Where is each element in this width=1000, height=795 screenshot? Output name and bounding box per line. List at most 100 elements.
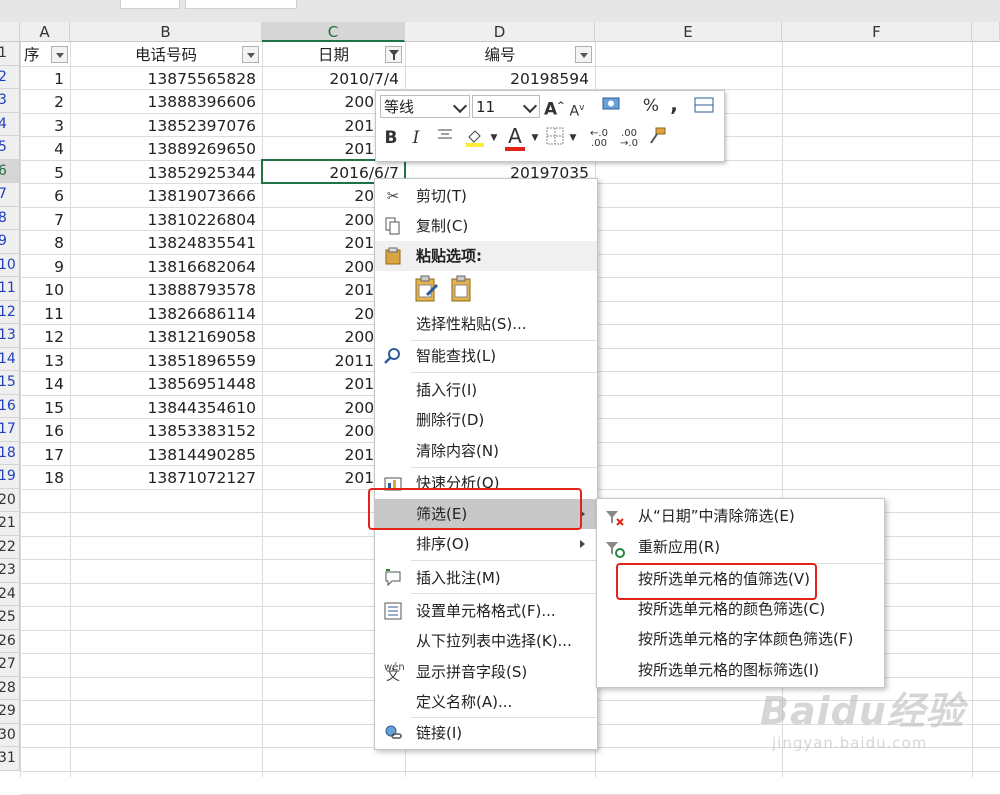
- row-header[interactable]: 2: [0, 65, 20, 89]
- row-header[interactable]: 12: [0, 300, 20, 324]
- cell-phone[interactable]: 13888396606: [70, 90, 262, 114]
- col-header-c[interactable]: C: [262, 22, 405, 42]
- cell-phone[interactable]: 13851896559: [70, 349, 262, 373]
- cell-phone[interactable]: 13871072127: [70, 466, 262, 490]
- sheet-tab-left[interactable]: [120, 0, 180, 9]
- row-header[interactable]: 14: [0, 347, 20, 371]
- menu-smart-lookup[interactable]: 智能查找(L): [375, 341, 597, 371]
- filter-dropdown-a[interactable]: [51, 46, 68, 63]
- row-header[interactable]: 10: [0, 253, 20, 277]
- cell-phone[interactable]: 13856951448: [70, 372, 262, 396]
- row-header[interactable]: 4: [0, 112, 20, 136]
- menu-copy[interactable]: 复制(C): [375, 211, 597, 241]
- cell-seq[interactable]: 6: [20, 184, 70, 208]
- cell-seq[interactable]: 7: [20, 208, 70, 232]
- submenu-reapply[interactable]: 重新应用(R): [597, 532, 884, 562]
- submenu-clear-filter[interactable]: 从“日期”中清除筛选(E): [597, 501, 884, 531]
- format-painter-icon[interactable]: [646, 127, 668, 151]
- menu-clear-contents[interactable]: 清除内容(N): [375, 436, 597, 466]
- decrease-decimal-icon[interactable]: .00 →.0: [616, 129, 642, 149]
- comma-style-icon[interactable]: ,: [666, 93, 682, 115]
- menu-link[interactable]: 链接(I): [375, 718, 597, 748]
- row-header[interactable]: 7: [0, 183, 20, 207]
- cell-seq[interactable]: 3: [20, 114, 70, 138]
- borders-icon[interactable]: [544, 127, 566, 151]
- cell-seq[interactable]: 12: [20, 325, 70, 349]
- cell-number[interactable]: 20198594: [405, 67, 595, 91]
- menu-cut[interactable]: ✂ 剪切(T): [375, 181, 597, 211]
- menu-pick-from-list[interactable]: 从下拉列表中选择(K)...: [375, 626, 597, 656]
- row-header[interactable]: 27: [0, 653, 20, 677]
- select-all-corner[interactable]: [0, 22, 20, 42]
- menu-insert-row[interactable]: 插入行(I): [375, 375, 597, 405]
- row-header[interactable]: 16: [0, 394, 20, 418]
- row-header[interactable]: 23: [0, 559, 20, 583]
- cell-seq[interactable]: 18: [20, 466, 70, 490]
- row-header[interactable]: 5: [0, 136, 20, 160]
- cell-phone[interactable]: 13810226804: [70, 208, 262, 232]
- row-header[interactable]: 20: [0, 488, 20, 512]
- cell-phone[interactable]: 13819073666: [70, 184, 262, 208]
- cell-phone[interactable]: 13816682064: [70, 255, 262, 279]
- decrease-font-icon[interactable]: Av: [568, 97, 586, 123]
- font-color-icon[interactable]: A: [503, 125, 527, 151]
- increase-font-icon[interactable]: A^: [544, 95, 565, 121]
- sheet-tab-mid[interactable]: [185, 0, 297, 9]
- row-header[interactable]: 13: [0, 324, 20, 348]
- col-header-f[interactable]: F: [782, 22, 972, 42]
- header-phone[interactable]: 电话号码: [70, 43, 262, 67]
- paste-formatting-icon[interactable]: [413, 275, 441, 307]
- cell-seq[interactable]: 10: [20, 278, 70, 302]
- chevron-down-icon[interactable]: ▼: [568, 127, 578, 149]
- filter-dropdown-b[interactable]: [242, 46, 259, 63]
- cell-seq[interactable]: 16: [20, 419, 70, 443]
- cell-phone[interactable]: 13853383152: [70, 419, 262, 443]
- cell-seq[interactable]: 8: [20, 231, 70, 255]
- row-header[interactable]: 11: [0, 277, 20, 301]
- col-header-e[interactable]: E: [595, 22, 782, 42]
- row-header[interactable]: 6: [0, 159, 20, 183]
- align-center-icon[interactable]: [434, 127, 456, 149]
- cell-date[interactable]: 2010/7/4: [262, 67, 405, 91]
- col-header-a[interactable]: A: [20, 22, 70, 42]
- percent-icon[interactable]: %: [640, 95, 662, 117]
- cell-phone[interactable]: 13875565828: [70, 67, 262, 91]
- font-size-select[interactable]: 11: [472, 95, 540, 118]
- cell-seq[interactable]: 15: [20, 396, 70, 420]
- cell-seq[interactable]: 9: [20, 255, 70, 279]
- cell-phone[interactable]: 13852925344: [70, 161, 262, 185]
- number-format-icon[interactable]: [596, 95, 630, 119]
- header-number[interactable]: 编号: [405, 43, 595, 67]
- increase-decimal-icon[interactable]: ←.0.00: [586, 129, 612, 149]
- cell-seq[interactable]: 2: [20, 90, 70, 114]
- row-header[interactable]: 19: [0, 465, 20, 489]
- menu-sort[interactable]: 排序(O): [375, 529, 597, 559]
- chevron-down-icon[interactable]: ▼: [530, 127, 540, 149]
- row-header[interactable]: 24: [0, 582, 20, 606]
- row-header[interactable]: 3: [0, 89, 20, 113]
- submenu-filter-by-font-color[interactable]: 按所选单元格的字体颜色筛选(F): [597, 624, 884, 654]
- cell-phone[interactable]: 13852397076: [70, 114, 262, 138]
- row-header[interactable]: 8: [0, 206, 20, 230]
- cell-seq[interactable]: 5: [20, 161, 70, 185]
- row-header[interactable]: 17: [0, 418, 20, 442]
- cell-phone[interactable]: 13814490285: [70, 443, 262, 467]
- cell-phone[interactable]: 13844354610: [70, 396, 262, 420]
- header-date[interactable]: 日期: [262, 43, 405, 67]
- row-header[interactable]: 9: [0, 230, 20, 254]
- bold-icon[interactable]: B: [382, 127, 400, 149]
- paste-icon[interactable]: [449, 275, 475, 307]
- filter-dropdown-d[interactable]: [575, 46, 592, 63]
- row-header[interactable]: 1: [0, 42, 20, 66]
- cell-phone[interactable]: 13888793578: [70, 278, 262, 302]
- menu-phonetic[interactable]: wén 文显示拼音字段(S): [375, 657, 597, 687]
- menu-delete-row[interactable]: 删除行(D): [375, 405, 597, 435]
- cell-phone[interactable]: 13824835541: [70, 231, 262, 255]
- cell-seq[interactable]: 14: [20, 372, 70, 396]
- row-header[interactable]: 26: [0, 629, 20, 653]
- col-header-g[interactable]: [972, 22, 1000, 42]
- row-header[interactable]: 31: [0, 747, 20, 771]
- cell-phone[interactable]: 13812169058: [70, 325, 262, 349]
- font-name-select[interactable]: 等线: [380, 95, 470, 118]
- italic-icon[interactable]: I: [408, 127, 424, 149]
